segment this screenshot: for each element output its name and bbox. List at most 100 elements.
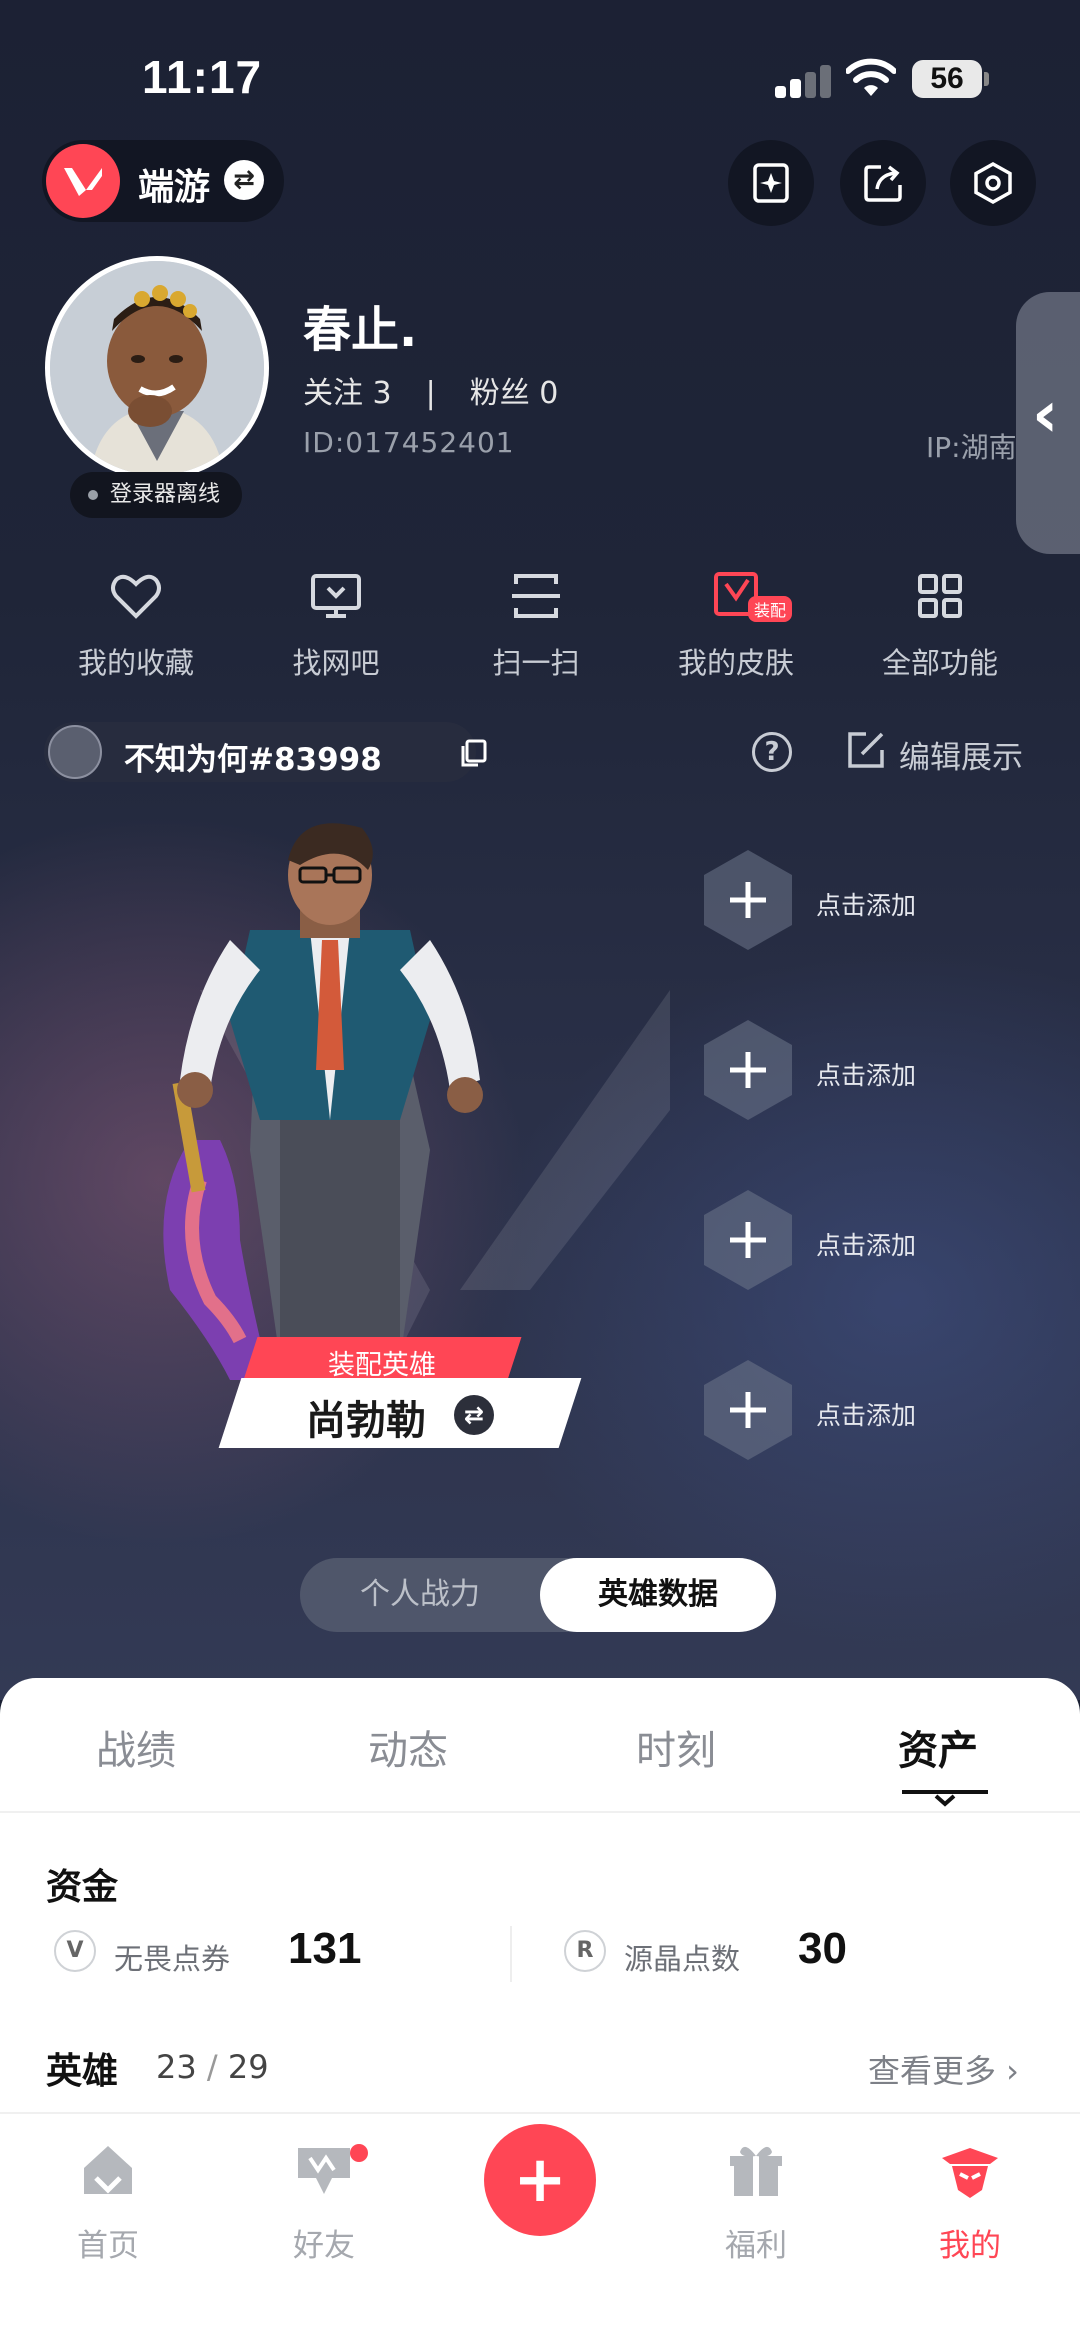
radianite-value: 30 xyxy=(798,1924,847,1973)
status-time: 11:17 xyxy=(142,51,263,103)
quick-action-label: 扫一扫 xyxy=(492,646,580,680)
game-account-tag[interactable]: 不知为何#83998 xyxy=(44,722,487,782)
heart-icon xyxy=(111,574,161,619)
monitor-icon xyxy=(311,574,361,618)
launcher-status-pill: 登录器离线 xyxy=(70,472,242,518)
tab-divider xyxy=(0,1811,1080,1813)
stats-segmented-control: 个人战力 英雄数据 xyxy=(300,1558,776,1632)
nav-label: 首页 xyxy=(77,2228,139,2264)
tab-assets[interactable]: 资产 xyxy=(898,1718,978,1776)
heroes-count: 23 / 29 xyxy=(156,2048,269,2086)
launcher-status-text: 登录器离线 xyxy=(110,482,221,507)
friends-icon xyxy=(298,2148,350,2194)
battery-indicator: 56 xyxy=(912,60,982,98)
create-post-button[interactable]: + xyxy=(484,2124,596,2236)
quick-action-label: 全部功能 xyxy=(881,646,998,680)
scan-icon xyxy=(512,574,560,618)
active-tab-indicator xyxy=(902,1790,988,1807)
app-switcher[interactable]: 端游 ⇄ xyxy=(42,140,284,222)
offline-dot xyxy=(88,490,98,500)
avatar[interactable] xyxy=(45,256,269,480)
ip-location: IP:湖南 xyxy=(926,431,1017,464)
equipped-hero-label: 装配英雄 xyxy=(328,1350,436,1381)
segment-hero-data[interactable]: 英雄数据 xyxy=(540,1558,776,1632)
game-account-avatar xyxy=(48,725,102,779)
add-slot-label: 点击添加 xyxy=(816,891,917,920)
tab-records[interactable]: 战绩 xyxy=(96,1718,176,1776)
gift-icon xyxy=(730,2146,782,2196)
help-icon[interactable]: ? xyxy=(752,732,792,772)
settings-hex-icon xyxy=(974,161,1012,205)
settings-button[interactable] xyxy=(950,140,1036,226)
nav-benefits[interactable]: 福利 xyxy=(686,2138,826,2268)
valorant-logo-icon xyxy=(46,144,120,218)
following-link[interactable]: 关注 3 xyxy=(303,376,392,411)
ai-sparkle-button[interactable] xyxy=(728,140,814,226)
nav-label: 福利 xyxy=(725,2228,787,2264)
game-account-name: 不知为何#83998 xyxy=(124,742,382,778)
radianite-icon: R xyxy=(564,1930,606,1972)
quick-action-favorites[interactable]: 我的收藏 xyxy=(36,560,236,690)
quick-action-internet-cafe[interactable]: 找网吧 xyxy=(236,560,436,690)
quick-action-label: 我的收藏 xyxy=(77,646,194,680)
grid-icon xyxy=(918,574,962,618)
ai-sparkle-icon xyxy=(753,163,789,203)
share-icon xyxy=(864,165,902,202)
quick-action-label: 找网吧 xyxy=(292,646,380,680)
see-more-link[interactable]: 查看更多 › xyxy=(868,2046,1019,2092)
status-bar: 11:17 56 xyxy=(0,0,1080,150)
funds-section-title: 资金 xyxy=(46,1867,119,1908)
follow-stats: 关注 3 | 粉丝 0 xyxy=(303,368,558,412)
valorant-points-label: 无畏点券 xyxy=(114,1942,231,1976)
avatar-character-illustration xyxy=(50,261,264,475)
wifi-icon xyxy=(846,58,896,96)
app-name: 端游 xyxy=(138,167,211,208)
add-slot-label: 点击添加 xyxy=(816,1231,917,1260)
cell-signal-icon xyxy=(775,64,831,98)
radianite-label: 源晶点数 xyxy=(624,1942,741,1976)
home-icon xyxy=(84,2146,132,2194)
nav-friends[interactable]: 好友 xyxy=(254,2138,394,2268)
quick-action-all-features[interactable]: 全部功能 xyxy=(840,560,1040,690)
chevron-left-icon: ‹ xyxy=(1032,378,1059,452)
add-hexagon-icon xyxy=(704,850,792,950)
tab-feed[interactable]: 动态 xyxy=(368,1718,448,1776)
share-button[interactable] xyxy=(840,140,926,226)
edit-display-label: 编辑展示 xyxy=(899,740,1023,776)
tab-moments[interactable]: 时刻 xyxy=(636,1718,716,1776)
valorant-points-value: 131 xyxy=(288,1924,362,1973)
add-slot-label: 点击添加 xyxy=(816,1061,917,1090)
add-slot[interactable]: 点击添加 xyxy=(700,1188,1000,1298)
hero-name: 尚勃勒 xyxy=(306,1398,426,1444)
skin-badge: 装配 xyxy=(748,596,793,622)
copy-icon[interactable] xyxy=(458,738,488,768)
nav-label: 好友 xyxy=(293,2228,355,2264)
add-hexagon-icon xyxy=(704,1020,792,1120)
user-id: ID:017452401 xyxy=(303,426,515,459)
swap-icon: ⇄ xyxy=(224,160,264,200)
fans-link[interactable]: 粉丝 0 xyxy=(470,376,559,411)
quick-action-scan[interactable]: 扫一扫 xyxy=(436,560,636,690)
stats-separator: | xyxy=(425,376,436,411)
battery-nub xyxy=(984,72,989,86)
add-slot[interactable]: 点击添加 xyxy=(700,1358,1000,1468)
add-slot[interactable]: 点击添加 xyxy=(700,1018,1000,1128)
segment-personal-power[interactable]: 个人战力 xyxy=(300,1558,540,1632)
quick-action-label: 我的皮肤 xyxy=(677,646,794,680)
notification-dot xyxy=(350,2144,368,2162)
profile-icon xyxy=(942,2148,998,2198)
username: 春止. xyxy=(303,302,418,358)
heroes-section-title: 英雄 xyxy=(46,2051,119,2092)
swap-hero-icon[interactable]: ⇄ xyxy=(454,1395,494,1435)
nav-home[interactable]: 首页 xyxy=(38,2138,178,2268)
nav-me[interactable]: 我的 xyxy=(900,2138,1040,2268)
edit-icon xyxy=(848,732,884,768)
quick-action-my-skins[interactable]: 装配 我的皮肤 xyxy=(636,560,836,690)
hero-character-illustration[interactable] xyxy=(130,820,550,1380)
add-slot-label: 点击添加 xyxy=(816,1401,917,1430)
add-slot[interactable]: 点击添加 xyxy=(700,848,1000,958)
currency-divider xyxy=(510,1926,512,1982)
valorant-points-icon: V xyxy=(54,1930,96,1972)
add-hexagon-icon xyxy=(704,1190,792,1290)
add-hexagon-icon xyxy=(704,1360,792,1460)
